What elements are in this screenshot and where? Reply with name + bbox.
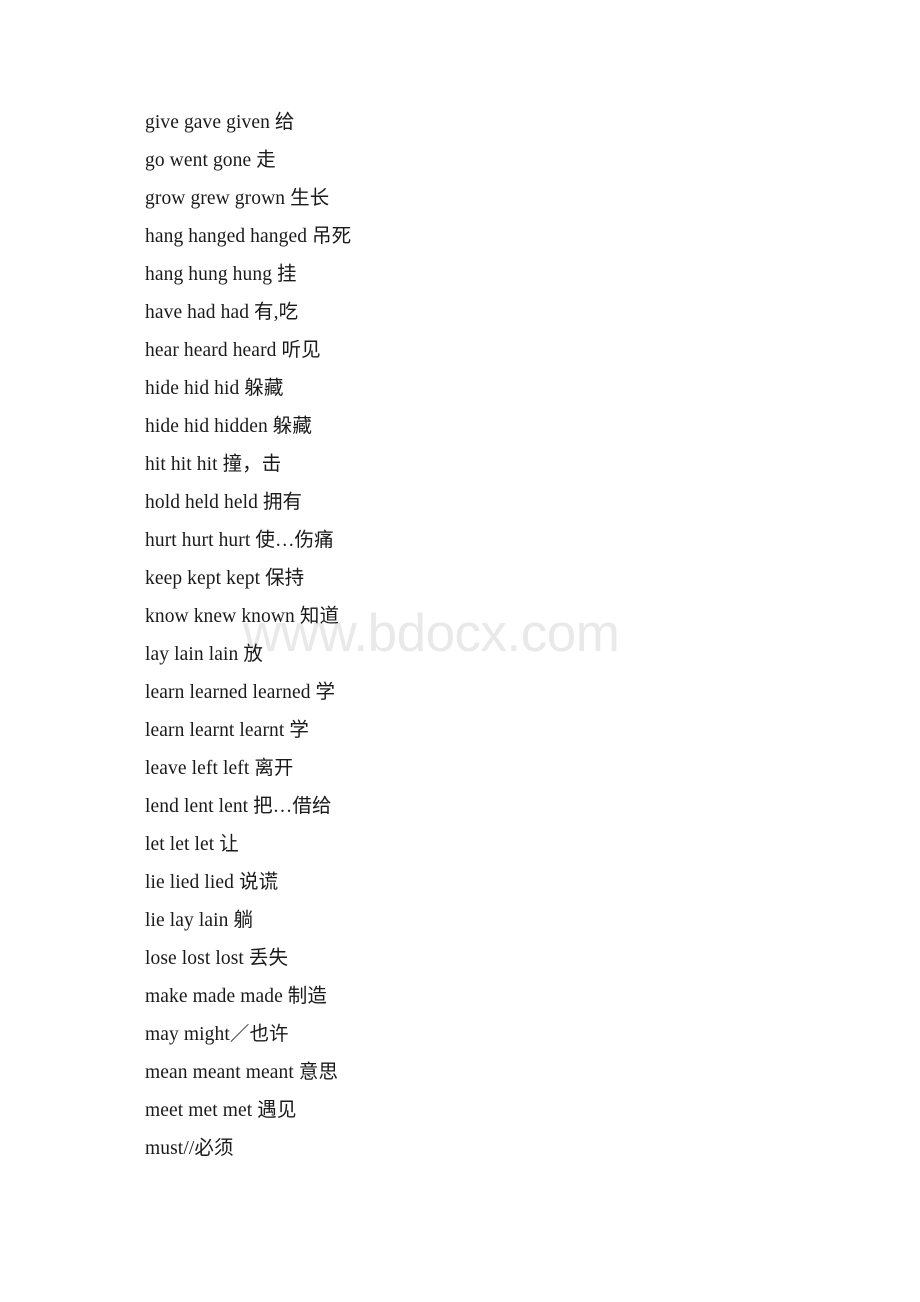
list-item: hear heard heard 听见: [145, 340, 321, 361]
list-item: leave left left 离开: [145, 758, 294, 779]
list-item: let let let 让: [145, 834, 239, 855]
list-item: go went gone 走: [145, 150, 276, 171]
irregular-verb-list: give gave given 给 go went gone 走 grow gr…: [145, 104, 845, 1168]
list-item: keep kept kept 保持: [145, 568, 305, 589]
list-item: lie lay lain 躺: [145, 910, 254, 931]
list-item: hang hung hung 挂: [145, 264, 297, 285]
list-item: mean meant meant 意思: [145, 1062, 339, 1083]
list-item: know knew known 知道: [145, 606, 340, 627]
list-item: hang hanged hanged 吊死: [145, 226, 352, 247]
list-item: give gave given 给: [145, 112, 295, 133]
list-item: must//必须: [145, 1138, 234, 1159]
list-item: meet met met 遇见: [145, 1100, 297, 1121]
list-item: make made made 制造: [145, 986, 328, 1007]
list-item: hold held held 拥有: [145, 492, 303, 513]
list-item: learn learned learned 学: [145, 682, 336, 703]
document-page: www.bdocx.com give gave given 给 go went …: [0, 0, 920, 1302]
list-item: learn learnt learnt 学: [145, 720, 309, 741]
list-item: grow grew grown 生长: [145, 188, 330, 209]
list-item: hide hid hidden 躲藏: [145, 416, 312, 437]
list-item: hit hit hit 撞，击: [145, 454, 282, 475]
list-item: hurt hurt hurt 使…伤痛: [145, 530, 334, 551]
list-item: have had had 有,吃: [145, 302, 299, 323]
list-item: hide hid hid 躲藏: [145, 378, 284, 399]
list-item: lie lied lied 说谎: [145, 872, 279, 893]
list-item: lend lent lent 把…借给: [145, 796, 332, 817]
list-item: lose lost lost 丢失: [145, 948, 289, 969]
list-item: may might／也许: [145, 1024, 289, 1045]
list-item: lay lain lain 放: [145, 644, 263, 665]
